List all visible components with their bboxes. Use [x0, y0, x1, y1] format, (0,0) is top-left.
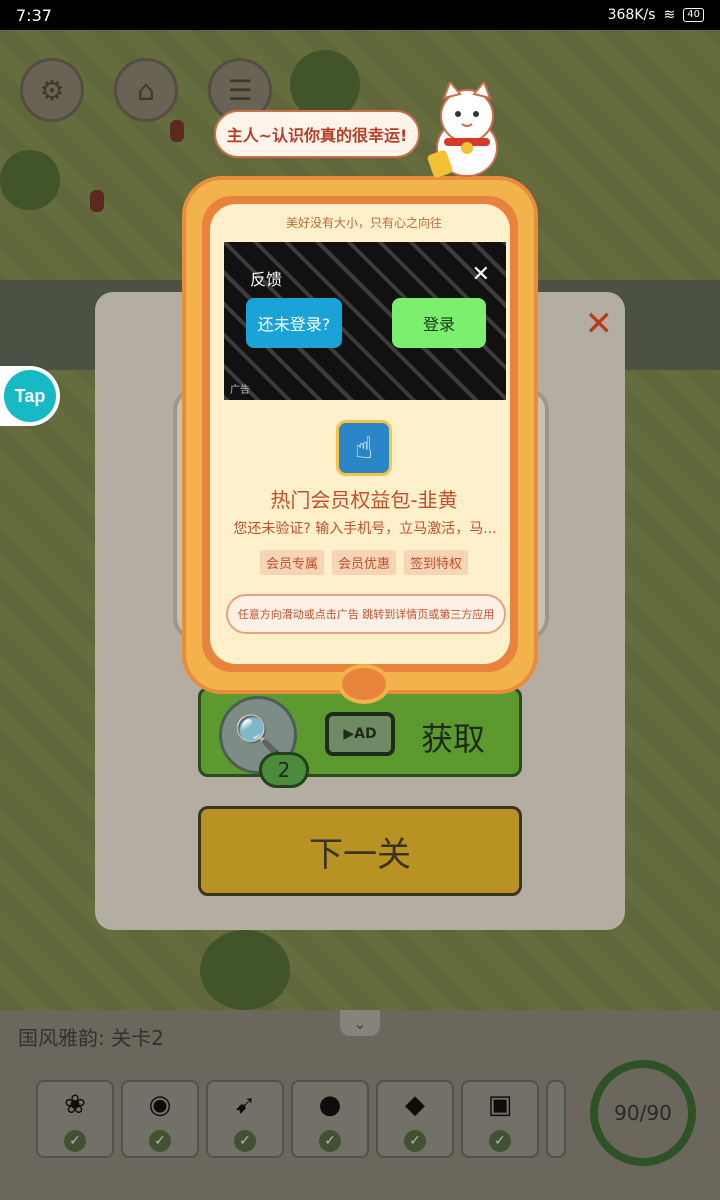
status-icons: 368K/s ≋ 40: [608, 7, 704, 23]
not-logged-in-button[interactable]: 还未登录?: [246, 298, 342, 348]
obtain-label: 获取: [421, 720, 486, 758]
hint-count-badge: 2: [259, 752, 309, 788]
tap-logo: Tap: [4, 370, 56, 422]
ad-tag: 会员优惠: [331, 550, 396, 575]
ad-banner-image[interactable]: 反馈 ✕ 还未登录? 登录 广告: [224, 242, 506, 400]
network-speed: 368K/s: [607, 7, 656, 23]
pointing-hand-icon: ☝: [354, 430, 374, 466]
ad-label: AD: [354, 726, 377, 742]
ad-motto: 美好没有大小，只有心之向往: [285, 216, 442, 230]
next-level-button[interactable]: 下一关: [198, 806, 522, 896]
ad-tag: 签到特权: [404, 550, 469, 575]
status-bar: 7:37 368K/s ≋ 40: [0, 0, 720, 30]
app-icon[interactable]: ☝: [336, 420, 392, 476]
ad-tag: 会员专属: [259, 550, 324, 575]
ad-popup[interactable]: 美好没有大小，只有心之向往 反馈 ✕ 还未登录? 登录 广告 ☝ 热门会员权益包…: [182, 176, 538, 704]
speech-bubble: 主人~认识你真的很幸运!: [214, 110, 420, 158]
wifi-icon: ≋: [663, 7, 676, 23]
tap-floating-button[interactable]: Tap: [0, 366, 60, 426]
ad-tags: 会员专属 会员优惠 签到特权: [186, 550, 542, 575]
close-icon[interactable]: ✕: [472, 262, 490, 287]
decorative-knot: [338, 664, 390, 704]
video-ad-icon: ▶ AD: [325, 712, 395, 756]
ad-description: 您还未验证? 输入手机号，立马激活，马...: [233, 521, 497, 537]
close-icon[interactable]: ✕: [585, 304, 614, 344]
login-button[interactable]: 登录: [392, 298, 486, 348]
battery-icon: 40: [683, 8, 704, 22]
ad-swipe-hint[interactable]: 任意方向滑动或点击广告 跳转到详情页或第三方应用: [226, 594, 506, 634]
feedback-link[interactable]: 反馈: [250, 266, 282, 290]
ad-title[interactable]: 热门会员权益包-韭黄: [186, 484, 542, 513]
ad-mark: 广告: [230, 385, 250, 396]
clock: 7:37: [16, 5, 52, 25]
lucky-cat-icon: [427, 82, 498, 178]
